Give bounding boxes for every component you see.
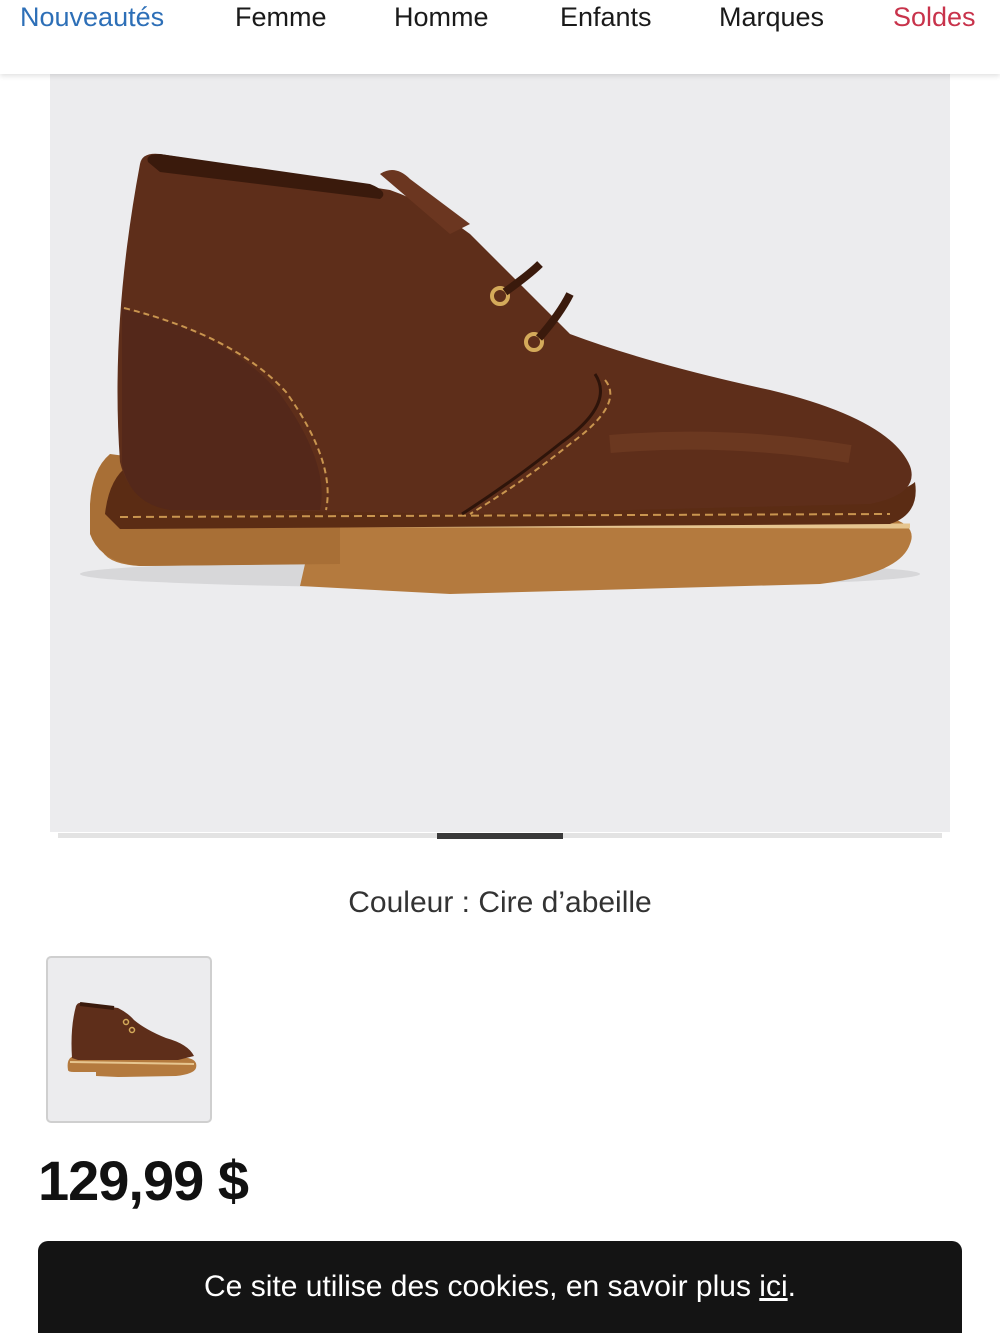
cookie-banner-suffix: . bbox=[787, 1270, 796, 1303]
carousel-progress-indicator[interactable] bbox=[437, 833, 563, 839]
cookie-banner-text: Ce site utilise des cookies, en savoir p… bbox=[204, 1270, 760, 1303]
nav-item-marques[interactable]: Marques bbox=[719, 0, 824, 34]
swatch-boot-image bbox=[67, 1002, 197, 1077]
color-swatch-thumbnail[interactable] bbox=[46, 956, 212, 1123]
color-label: Couleur : Cire d’abeille bbox=[348, 886, 652, 919]
product-gallery[interactable] bbox=[38, 74, 961, 832]
carousel-progress-track[interactable] bbox=[58, 833, 942, 839]
boot-image bbox=[80, 153, 920, 594]
product-price: 129,99 $ bbox=[38, 1149, 249, 1212]
cookie-banner: Ce site utilise des cookies, en savoir p… bbox=[38, 1241, 962, 1333]
cookie-info-link[interactable]: ici bbox=[759, 1270, 787, 1303]
nav-item-homme[interactable]: Homme bbox=[394, 0, 489, 34]
nav-item-enfants[interactable]: Enfants bbox=[560, 0, 652, 34]
product-image-panel bbox=[50, 74, 950, 832]
top-navigation: Nouveautés Femme Homme Enfants Marques S… bbox=[0, 0, 1000, 74]
nav-item-femme[interactable]: Femme bbox=[235, 0, 327, 34]
nav-item-soldes[interactable]: Soldes bbox=[893, 0, 976, 34]
nav-item-nouveautes[interactable]: Nouveautés bbox=[20, 0, 164, 34]
